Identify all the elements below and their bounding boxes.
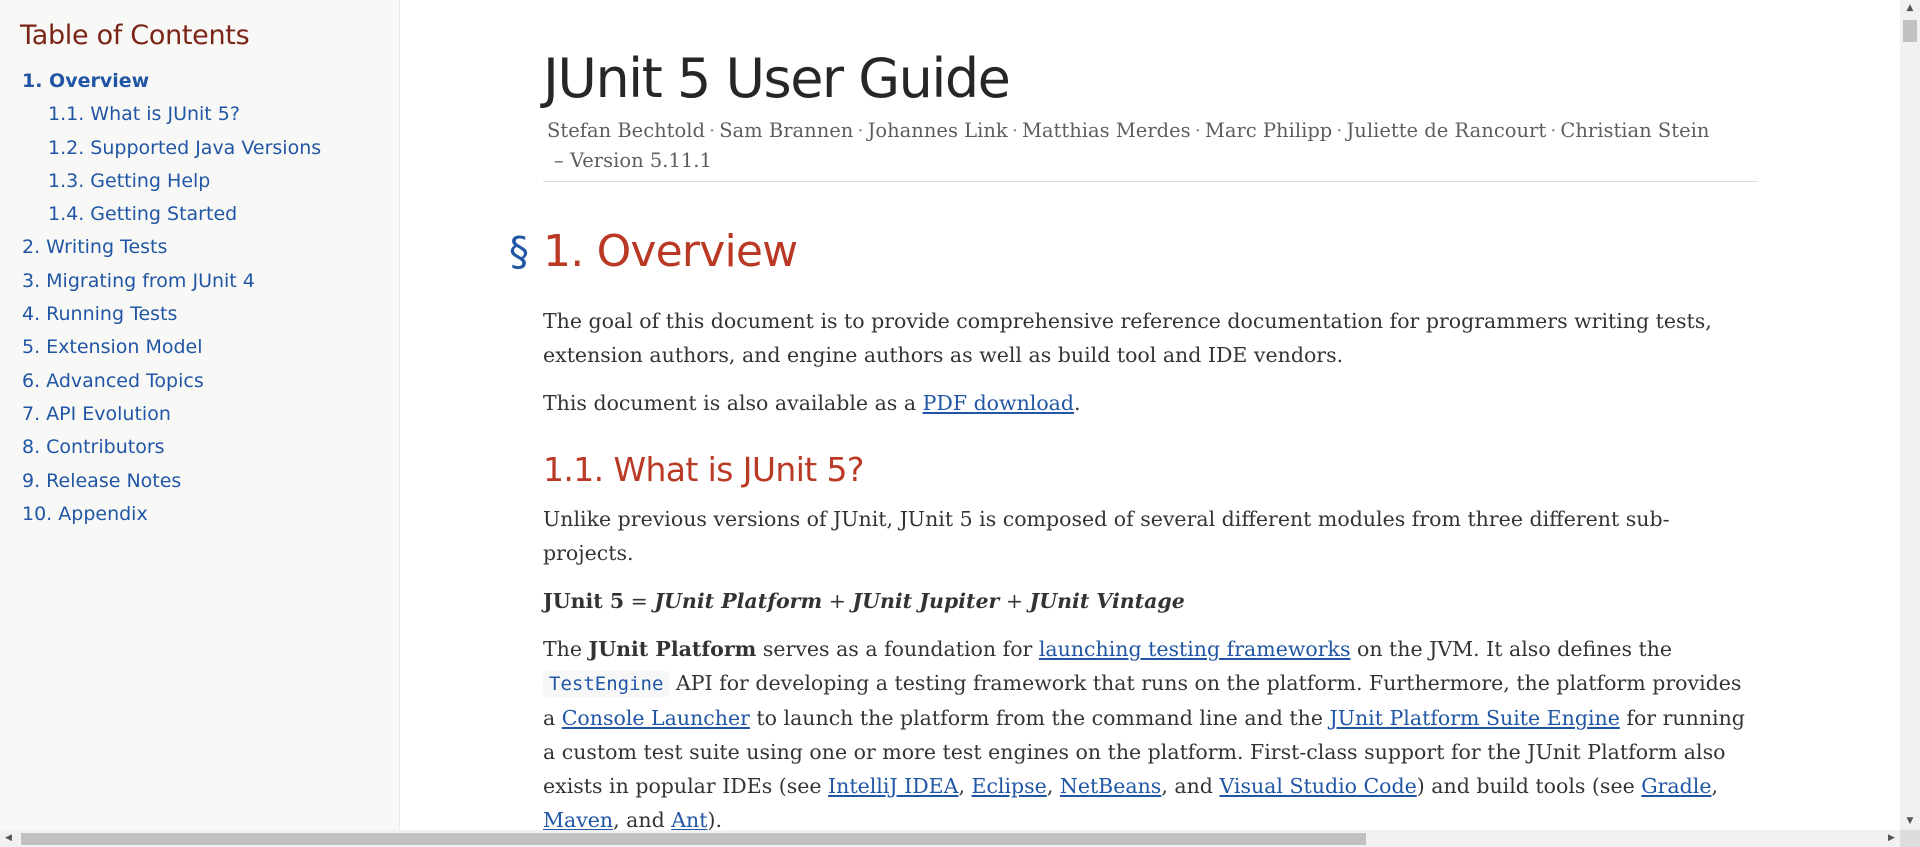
formula-vintage: JUnit Vintage	[1029, 589, 1185, 613]
text: ,	[958, 774, 972, 798]
toc-item-release-notes[interactable]: 9. Release Notes	[20, 465, 379, 498]
author-separator: ·	[708, 119, 716, 142]
toc-item-supported-java-versions[interactable]: 1.2. Supported Java Versions	[20, 132, 379, 165]
author: Sam Brannen	[719, 119, 854, 142]
formula-platform: JUnit Platform	[654, 589, 823, 613]
author-separator: ·	[1011, 119, 1018, 142]
bold-text: JUnit Platform	[588, 637, 757, 661]
author: Juliette de Rancourt	[1346, 119, 1547, 142]
text: This document is also available as a	[543, 391, 923, 415]
toc-item-running-tests[interactable]: 4. Running Tests	[20, 298, 379, 331]
toc-title: Table of Contents	[20, 20, 250, 51]
toc-item-migrating-from-junit4[interactable]: 3. Migrating from JUnit 4	[20, 265, 379, 298]
toc-item-advanced-topics[interactable]: 6. Advanced Topics	[20, 365, 379, 398]
toc-item-appendix[interactable]: 10. Appendix	[20, 498, 379, 531]
scroll-up-arrow-icon[interactable]: ▲	[1900, 0, 1920, 17]
section-heading-what-is-junit5: 1.1. What is JUnit 5?	[543, 450, 864, 489]
text: ) and build tools (see	[1416, 774, 1642, 798]
text: ).	[707, 808, 723, 830]
launching-testing-frameworks-link[interactable]: launching testing frameworks	[1039, 637, 1351, 661]
overview-paragraph: The goal of this document is to provide …	[543, 309, 1712, 367]
pdf-paragraph: This document is also available as a PDF…	[543, 386, 1758, 420]
formula-plus: +	[999, 589, 1030, 613]
maven-link[interactable]: Maven	[543, 808, 613, 830]
document-header: JUnit 5 User Guide Stefan Bechtold · Sam B…	[543, 40, 1758, 182]
author: Marc Philipp	[1204, 119, 1333, 142]
formula-plus: +	[822, 589, 853, 613]
section-anchor-link[interactable]: §	[509, 222, 529, 282]
formula-lhs: JUnit 5	[543, 589, 625, 613]
author-line: Stefan Bechtold · Sam Brannen · Johannes Lin…	[543, 116, 1758, 176]
platform-paragraph: The JUnit Platform serves as a foundatio…	[543, 632, 1758, 830]
console-launcher-link[interactable]: Console Launcher	[562, 706, 750, 730]
text: serves as a foundation for	[756, 637, 1039, 661]
author-separator: ·	[1550, 119, 1557, 142]
author-separator: ·	[857, 119, 864, 142]
author: Johannes Link	[867, 119, 1008, 142]
junit5-formula: JUnit 5 = JUnit Platform + JUnit Jupiter…	[543, 584, 1758, 618]
toc-item-api-evolution[interactable]: 7. API Evolution	[20, 398, 379, 431]
horizontal-scroll-thumb[interactable]	[21, 833, 1366, 845]
author: Matthias Merdes	[1021, 119, 1191, 142]
vertical-scrollbar[interactable]: ▲ ▼	[1900, 0, 1920, 830]
netbeans-link[interactable]: NetBeans	[1060, 774, 1161, 798]
gradle-link[interactable]: Gradle	[1641, 774, 1711, 798]
eclipse-link[interactable]: Eclipse	[971, 774, 1046, 798]
toc-item-writing-tests[interactable]: 2. Writing Tests	[20, 231, 379, 264]
text: .	[1074, 391, 1081, 415]
junit-platform-suite-engine-link[interactable]: JUnit Platform Suite Engine	[1329, 706, 1619, 730]
document-body: JUnit 5 User Guide Stefan Bechtold · Sam B…	[509, 40, 1758, 830]
toc-item-what-is-junit5[interactable]: 1.1. What is JUnit 5?	[20, 98, 379, 131]
toc-item-getting-started[interactable]: 1.4. Getting Started	[20, 198, 379, 231]
author-separator: ·	[1336, 119, 1343, 142]
main-content: JUnit 5 User Guide Stefan Bechtold · Sam B…	[400, 0, 1900, 830]
testengine-code-link[interactable]: TestEngine	[543, 671, 670, 697]
version-label: – Version 5.11.1	[554, 149, 712, 172]
vertical-scroll-thumb[interactable]	[1903, 20, 1917, 42]
toc-item-contributors[interactable]: 8. Contributors	[20, 431, 379, 464]
author: Stefan Bechtold	[547, 119, 705, 142]
text: The	[543, 637, 589, 661]
scroll-right-arrow-icon[interactable]: ▶	[1883, 830, 1900, 847]
author: Christian Stein	[1560, 119, 1710, 142]
page-title: JUnit 5 User Guide	[543, 47, 1011, 110]
what-is-paragraph: Unlike previous versions of JUnit, JUnit…	[543, 507, 1670, 565]
formula-eq: =	[624, 589, 655, 613]
scroll-left-arrow-icon[interactable]: ◀	[0, 830, 17, 847]
text: , and	[1161, 774, 1220, 798]
author-separator: ·	[1194, 119, 1201, 142]
header-divider	[543, 181, 1758, 182]
toc-item-getting-help[interactable]: 1.3. Getting Help	[20, 165, 379, 198]
toc-item-extension-model[interactable]: 5. Extension Model	[20, 331, 379, 364]
text: ,	[1711, 774, 1718, 798]
horizontal-scrollbar[interactable]: ◀ ▶	[0, 830, 1900, 847]
text: to launch the platform from the command …	[749, 706, 1330, 730]
intellij-idea-link[interactable]: IntelliJ IDEA	[828, 774, 958, 798]
section-heading-overview: § 1. Overview	[509, 222, 1758, 282]
formula-jupiter: JUnit Jupiter	[852, 589, 1000, 613]
scrollbar-corner	[1900, 830, 1920, 847]
pdf-download-link[interactable]: PDF download	[923, 391, 1074, 415]
table-of-contents: Table of Contents 1. Overview 1.1. What …	[0, 0, 400, 847]
toc-item-overview[interactable]: 1. Overview	[20, 65, 379, 98]
ant-link[interactable]: Ant	[671, 808, 707, 830]
section-heading-text: 1. Overview	[543, 226, 798, 277]
text: on the JVM. It also defines the	[1350, 637, 1673, 661]
text: ,	[1046, 774, 1060, 798]
toc-list: 1. Overview 1.1. What is JUnit 5? 1.2. S…	[20, 65, 379, 531]
visual-studio-code-link[interactable]: Visual Studio Code	[1219, 774, 1416, 798]
text: , and	[613, 808, 672, 830]
scroll-down-arrow-icon[interactable]: ▼	[1900, 813, 1920, 830]
